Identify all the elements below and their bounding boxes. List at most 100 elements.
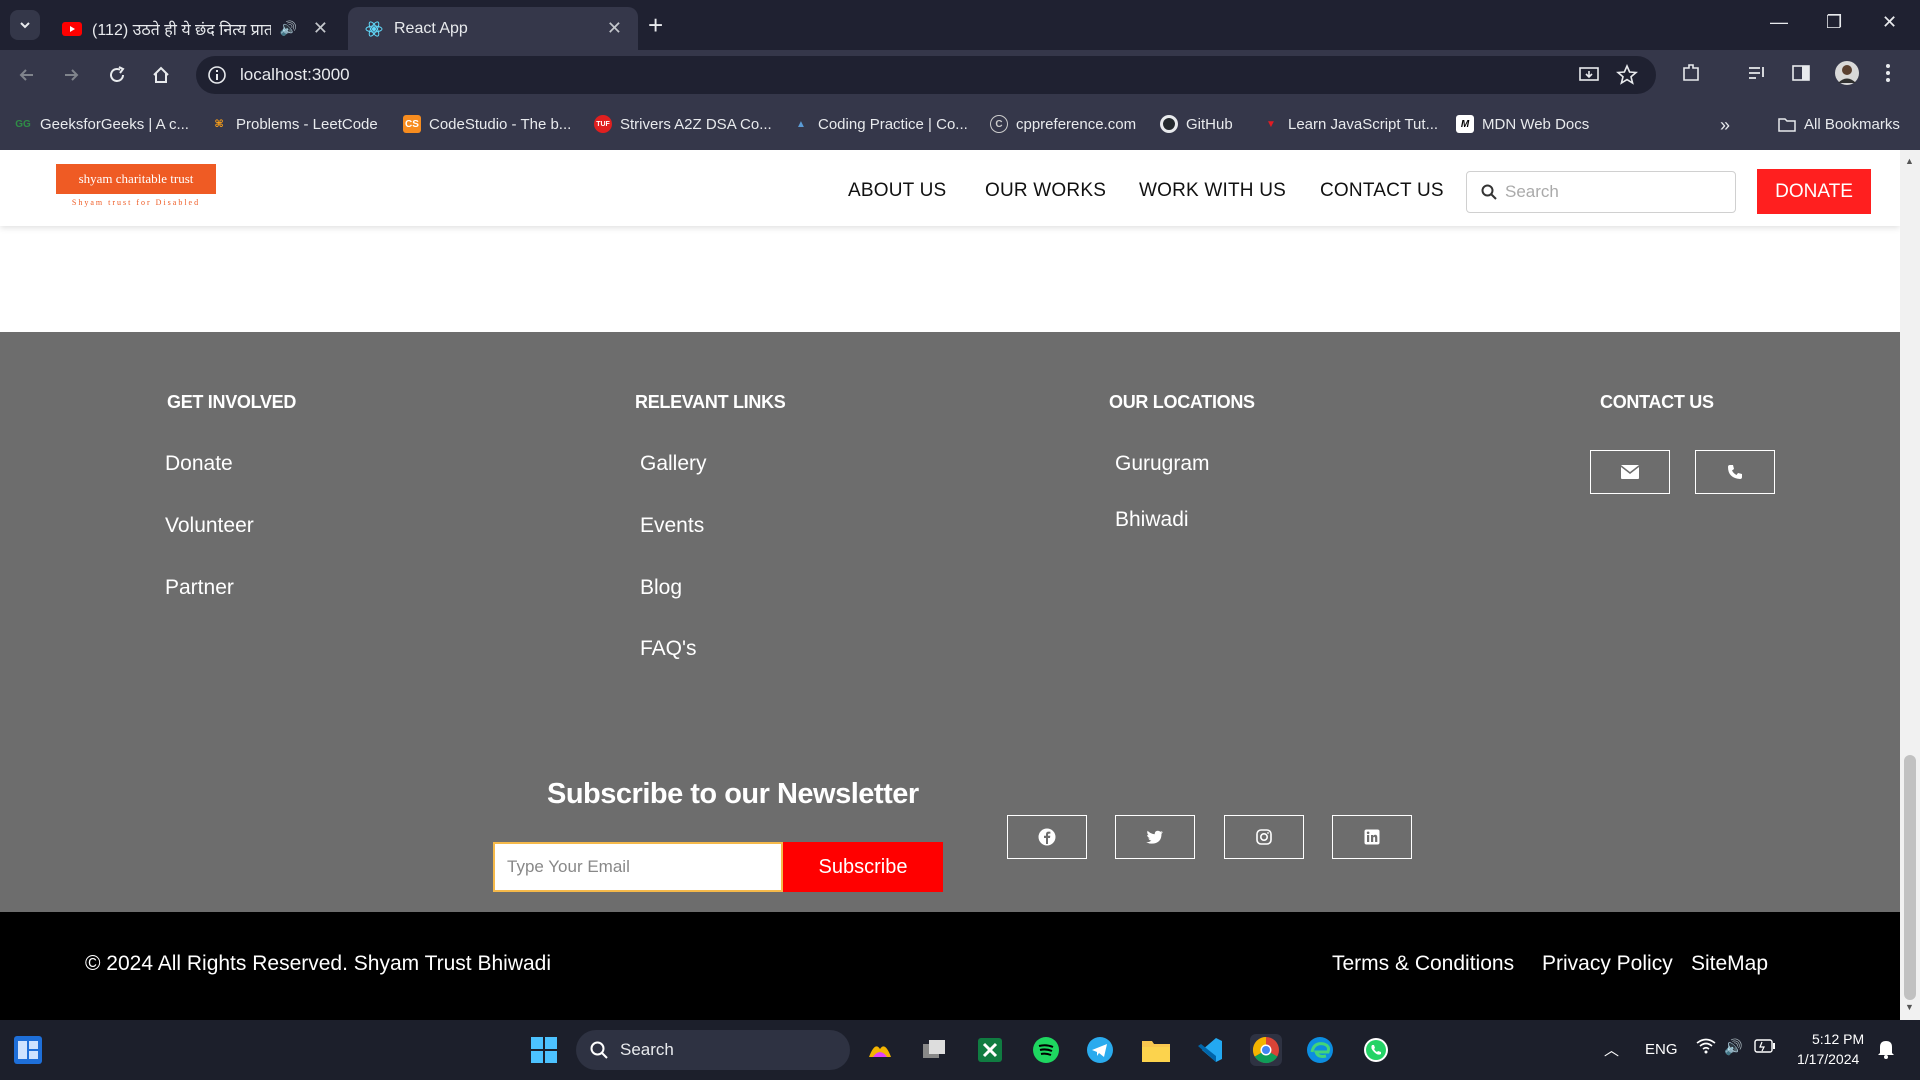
- install-app-icon[interactable]: [1578, 64, 1600, 91]
- back-button[interactable]: [14, 62, 40, 88]
- widgets-icon[interactable]: [12, 1034, 44, 1066]
- scroll-up-icon[interactable]: ▲: [1905, 156, 1914, 166]
- all-bookmarks-label: All Bookmarks: [1804, 115, 1900, 133]
- copyright-text: © 2024 All Rights Reserved. Shyam Trust …: [85, 952, 552, 975]
- restore-icon[interactable]: ❐: [1826, 12, 1842, 33]
- subscribe-button[interactable]: Subscribe: [783, 842, 943, 892]
- close-window-icon[interactable]: ✕: [1882, 12, 1897, 33]
- bookmark-javascript[interactable]: ▼ Learn JavaScript Tut...: [1262, 115, 1438, 133]
- twitter-icon: [1146, 830, 1163, 844]
- telegram-icon[interactable]: [1084, 1034, 1116, 1066]
- nav-our-works[interactable]: OUR WORKS: [985, 180, 1106, 202]
- url-text: localhost:3000: [240, 65, 350, 84]
- copilot-icon[interactable]: [864, 1034, 896, 1066]
- bookmark-leetcode[interactable]: ⌘ Problems - LeetCode: [210, 115, 378, 133]
- vscode-icon[interactable]: [1194, 1034, 1226, 1066]
- tab-react-app[interactable]: React App ✕: [348, 7, 638, 50]
- link-partner[interactable]: Partner: [165, 576, 234, 600]
- volume-icon[interactable]: 🔊: [1724, 1038, 1743, 1056]
- arrow-left-icon: [19, 69, 33, 81]
- home-button[interactable]: [148, 62, 174, 88]
- reload-button[interactable]: [104, 62, 130, 88]
- new-tab-button[interactable]: +: [648, 12, 663, 38]
- all-bookmarks-button[interactable]: All Bookmarks: [1778, 115, 1900, 133]
- link-blog[interactable]: Blog: [640, 576, 682, 600]
- forward-button[interactable]: [58, 62, 84, 88]
- link-donate[interactable]: Donate: [165, 452, 233, 476]
- bookmark-star-icon[interactable]: [1616, 63, 1638, 91]
- github-icon: [1160, 115, 1178, 133]
- file-explorer-icon[interactable]: [1140, 1034, 1172, 1066]
- page-scrollbar[interactable]: ▲ ▼: [1900, 150, 1920, 1020]
- bookmark-gfg[interactable]: GG GeeksforGeeks | A c...: [14, 115, 189, 133]
- whatsapp-icon[interactable]: [1360, 1034, 1392, 1066]
- newsletter-email-input[interactable]: [493, 842, 783, 892]
- side-panel-icon[interactable]: [1790, 62, 1812, 89]
- clock-time[interactable]: 5:12 PM: [1812, 1031, 1864, 1047]
- nav-work-with-us[interactable]: WORK WITH US: [1139, 180, 1286, 202]
- bookmark-label: Strivers A2Z DSA Co...: [620, 115, 772, 133]
- battery-icon[interactable]: [1754, 1039, 1776, 1057]
- bookmark-coding-practice[interactable]: ▲ Coding Practice | Co...: [792, 115, 968, 133]
- taskbar-search[interactable]: Search: [576, 1030, 850, 1070]
- windows-taskbar: Search ︿ ENG 🔊 5:12 PM 1/17/2024: [0, 1020, 1920, 1080]
- spotify-icon[interactable]: [1030, 1034, 1062, 1066]
- minimize-icon[interactable]: —: [1770, 12, 1788, 33]
- scroll-down-icon[interactable]: ▼: [1905, 1002, 1914, 1012]
- bookmark-cppreference[interactable]: C cppreference.com: [990, 115, 1136, 133]
- link-gallery[interactable]: Gallery: [640, 452, 707, 476]
- nav-contact-us[interactable]: CONTACT US: [1320, 180, 1444, 202]
- linkedin-button[interactable]: [1332, 815, 1412, 859]
- excel-icon[interactable]: [974, 1034, 1006, 1066]
- site-info-icon[interactable]: [206, 64, 228, 91]
- tab-youtube[interactable]: (112) उठते ही ये छंद नित्य प्रात 🔊 ✕: [46, 7, 344, 50]
- edge-icon[interactable]: [1304, 1034, 1336, 1066]
- tab-search-button[interactable]: [10, 10, 40, 40]
- twitter-button[interactable]: [1115, 815, 1195, 859]
- site-logo[interactable]: shyam charitable trust Shyam trust for D…: [56, 164, 216, 210]
- newsletter-title: Subscribe to our Newsletter: [547, 778, 919, 810]
- link-volunteer[interactable]: Volunteer: [165, 514, 254, 538]
- close-tab-icon[interactable]: ✕: [313, 18, 328, 39]
- more-bookmarks-icon[interactable]: »: [1720, 115, 1730, 136]
- speaker-icon[interactable]: 🔊: [279, 20, 296, 37]
- bookmark-mdn[interactable]: M MDN Web Docs: [1456, 115, 1589, 133]
- chrome-icon[interactable]: [1250, 1034, 1282, 1066]
- media-control-icon[interactable]: [1746, 62, 1768, 89]
- bookmark-codestudio[interactable]: CS CodeStudio - The b...: [403, 115, 571, 133]
- link-bhiwadi[interactable]: Bhiwadi: [1115, 508, 1189, 532]
- close-tab-icon[interactable]: ✕: [607, 18, 622, 39]
- profile-avatar[interactable]: [1834, 60, 1860, 91]
- address-bar[interactable]: localhost:3000: [196, 56, 1656, 94]
- bookmark-label: MDN Web Docs: [1482, 115, 1590, 133]
- email-button[interactable]: [1590, 450, 1670, 494]
- wifi-icon[interactable]: [1696, 1038, 1716, 1058]
- bookmark-strivers[interactable]: TUF Strivers A2Z DSA Co...: [594, 115, 772, 133]
- site-search: [1466, 171, 1736, 213]
- windows-start-icon[interactable]: [528, 1034, 560, 1066]
- task-view-icon[interactable]: [918, 1034, 950, 1066]
- donate-button[interactable]: DONATE: [1757, 169, 1871, 214]
- link-sitemap[interactable]: SiteMap: [1691, 952, 1768, 976]
- search-input[interactable]: [1505, 182, 1725, 202]
- instagram-button[interactable]: [1224, 815, 1304, 859]
- tray-chevron-up-icon[interactable]: ︿: [1604, 1039, 1619, 1060]
- link-faqs[interactable]: FAQ's: [640, 637, 697, 661]
- extensions-icon[interactable]: [1680, 62, 1702, 89]
- clock-date[interactable]: 1/17/2024: [1797, 1051, 1859, 1067]
- link-privacy[interactable]: Privacy Policy: [1542, 952, 1673, 976]
- notification-bell-icon[interactable]: [1877, 1039, 1895, 1063]
- phone-icon: [1728, 465, 1742, 479]
- facebook-button[interactable]: [1007, 815, 1087, 859]
- bookmark-label: Problems - LeetCode: [236, 115, 378, 133]
- link-terms[interactable]: Terms & Conditions: [1332, 952, 1514, 976]
- mdn-icon: M: [1456, 115, 1474, 133]
- bookmark-github[interactable]: GitHub: [1160, 115, 1233, 133]
- nav-about-us[interactable]: ABOUT US: [848, 180, 946, 202]
- menu-dots-icon[interactable]: [1884, 62, 1892, 89]
- language-indicator[interactable]: ENG: [1645, 1041, 1678, 1058]
- phone-button[interactable]: [1695, 450, 1775, 494]
- link-gurugram[interactable]: Gurugram: [1115, 452, 1210, 476]
- link-events[interactable]: Events: [640, 514, 704, 538]
- scrollbar-thumb[interactable]: [1904, 755, 1916, 1000]
